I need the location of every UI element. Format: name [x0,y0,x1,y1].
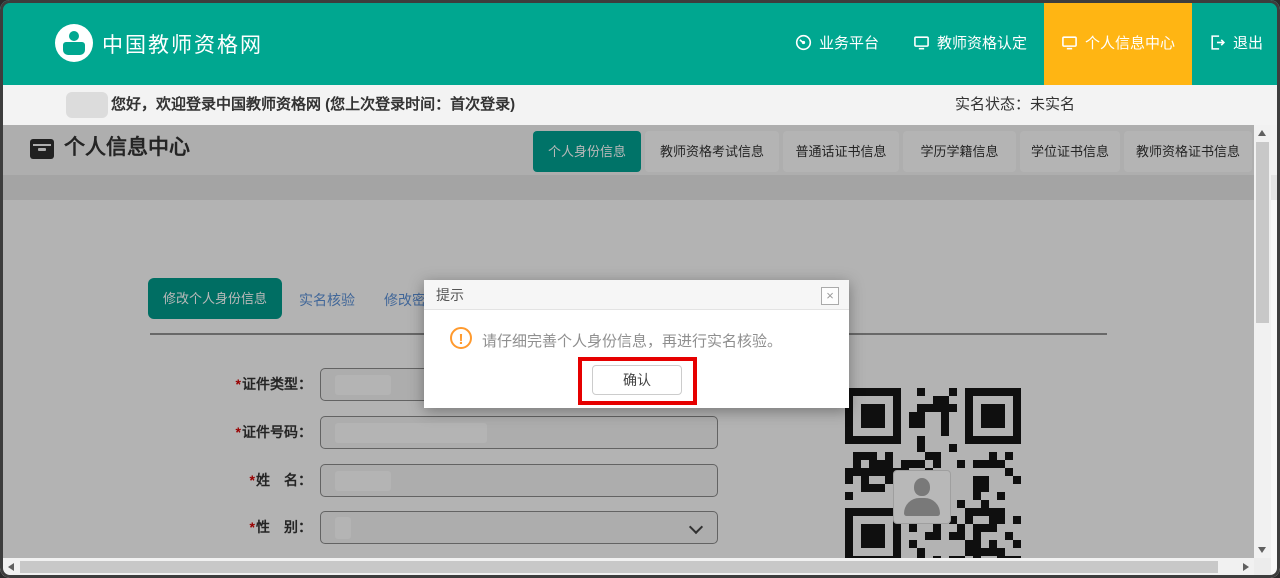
logo-person-icon [69,31,79,41]
nav-item-personal-info-center[interactable]: 个人信息中心 [1044,0,1192,85]
warning-icon: ! [450,327,472,349]
monitor-icon [1061,34,1078,51]
nav-item-logout[interactable]: 退出 [1192,0,1280,85]
redacted-username [66,92,108,118]
site-title: 中国教师资格网 [102,29,263,59]
red-highlight-annotation [578,357,697,405]
scrollbar-corner [1254,558,1271,576]
realname-status-value: 未实名 [1030,96,1075,113]
vertical-scrollbar-thumb[interactable] [1256,142,1269,323]
modal-header: 提示 × [424,280,849,310]
gauge-icon [795,34,812,51]
close-icon[interactable]: × [821,287,839,305]
horizontal-scrollbar-thumb[interactable] [20,561,1218,573]
horizontal-scrollbar[interactable] [3,558,1254,576]
nav-item-business-platform[interactable]: 业务平台 [778,0,896,85]
scroll-up-icon[interactable] [1258,130,1266,136]
logout-icon [1209,34,1226,51]
site-logo-icon[interactable] [55,24,93,62]
scroll-right-icon[interactable] [1243,563,1249,571]
modal-title: 提示 [436,280,464,310]
modal-message: 请仔细完善个人身份信息，再进行实名核验。 [482,330,782,351]
welcome-greeting: 您好，欢迎登录中国教师资格网 (您上次登录时间：首次登录) [111,85,515,125]
browser-window: 中国教师资格网 业务平台 教师资格认定 个人信息中心 [0,0,1280,578]
top-nav: 业务平台 教师资格认定 个人信息中心 退出 [778,0,1280,85]
realname-status-label: 实名状态： [955,96,1030,113]
scroll-left-icon[interactable] [8,563,14,571]
scroll-down-icon[interactable] [1258,547,1266,553]
welcome-bar: 您好，欢迎登录中国教师资格网 (您上次登录时间：首次登录) 实名状态：未实名 [0,85,1280,125]
realname-status: 实名状态：未实名 [955,85,1075,125]
site-header: 中国教师资格网 业务平台 教师资格认定 个人信息中心 [0,0,1280,85]
vertical-scrollbar[interactable] [1254,125,1271,558]
nav-item-teacher-certification[interactable]: 教师资格认定 [896,0,1044,85]
monitor-icon [913,34,930,51]
